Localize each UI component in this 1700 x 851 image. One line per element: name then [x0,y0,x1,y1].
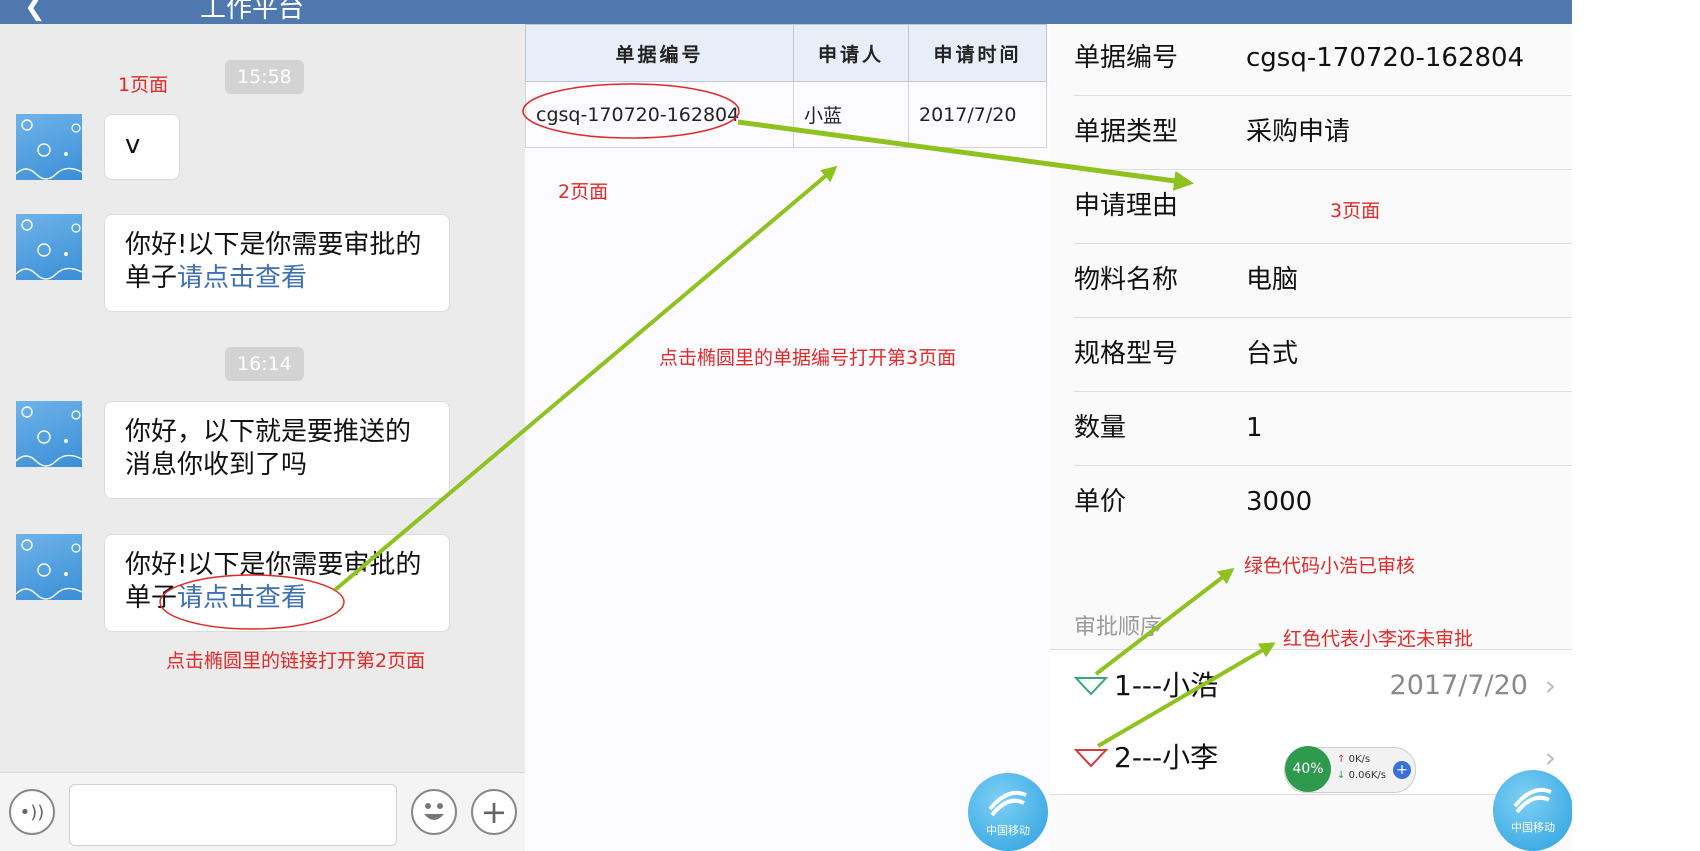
document-table: 单据编号 申请人 申请时间 cgsq-170720-162804 小蓝 2017… [525,24,1047,148]
view-link[interactable]: 请点击查看 [177,263,307,293]
emoji-icon[interactable] [411,789,457,835]
download-speed: 0.06K/s [1348,770,1386,781]
applicant-cell: 小蓝 [793,81,909,148]
annotation-page-3: 3页面 [1330,200,1381,222]
field-label: 单据类型 [1074,117,1179,147]
china-mobile-logo[interactable]: 中国移动 [968,773,1048,851]
field-row: 单据编号 cgsq-170720-162804 [1074,21,1572,96]
message-bubble: 你好，以下就是要推送的消息你收到了吗 [104,401,450,499]
speed-percent: 40% [1285,746,1331,792]
column-header: 申请时间 [908,24,1047,82]
field-value: cgsq-170720-162804 [1246,43,1525,73]
avatar[interactable] [16,214,82,280]
field-label: 物料名称 [1074,265,1179,295]
avatar[interactable] [16,534,82,600]
field-value: 电脑 [1246,265,1299,295]
annotation-pending: 红色代表小李还未审批 [1283,628,1474,650]
china-mobile-logo[interactable]: 中国移动 [1493,770,1573,851]
message-input[interactable] [69,784,397,846]
approval-date: 2017/7/20 [1389,670,1528,701]
field-row: 规格型号 台式 [1074,317,1572,392]
annotation-page-1: 1页面 [118,74,169,96]
field-value: 采购申请 [1246,117,1351,147]
back-icon[interactable]: ❮ [24,0,46,22]
avatar[interactable] [16,114,82,180]
field-row: 物料名称 电脑 [1074,243,1572,318]
column-header: 单据编号 [525,24,794,82]
table-header-row: 单据编号 申请人 申请时间 [525,24,1047,82]
message-bubble: 你好!以下是你需要审批的单子请点击查看 [104,214,450,312]
approver-name: 2---小李 [1114,741,1219,774]
plus-icon[interactable]: + [1393,761,1411,779]
field-row: 数量 1 [1074,391,1572,466]
message-text: v [125,130,141,160]
view-link[interactable]: 请点击查看 [177,583,307,613]
field-label: 数量 [1074,413,1127,443]
chevron-right-icon: › [1544,669,1556,702]
blank-margin [1572,0,1700,851]
field-label: 规格型号 [1074,339,1179,369]
field-row: 申请理由 [1074,169,1572,244]
chat-page: ❮ 工作平台 1页面 15:58 v 你好!以下是你需要审批的单子请点击查看 1… [0,0,525,851]
field-value: 1 [1246,413,1263,443]
message-bubble: v [104,114,180,180]
approver-row[interactable]: 1---小浩 2017/7/20 › [1050,649,1572,723]
approver-name: 1---小浩 [1114,669,1219,702]
doc-number-cell[interactable]: cgsq-170720-162804 [525,81,794,148]
field-value: 台式 [1246,339,1299,369]
header-title: 工作平台 [200,0,305,24]
field-row: 单价 3000 [1074,465,1572,539]
timestamp: 16:14 [225,347,304,381]
timestamp: 15:58 [225,60,304,94]
date-cell: 2017/7/20 [908,81,1047,148]
detail-page: 单据编号 cgsq-170720-162804 单据类型 采购申请 申请理由 物… [1050,0,1573,851]
avatar[interactable] [16,401,82,467]
field-label: 申请理由 [1074,191,1179,221]
arrow-down-icon [1074,749,1108,768]
annotation-approved: 绿色代码小浩已审核 [1244,555,1416,577]
annotation-click: 点击椭圆里的单据编号打开第3页面 [659,347,957,369]
message-bubble: 你好!以下是你需要审批的单子请点击查看 [104,534,450,632]
chat-header: ❮ 工作平台 [0,0,525,24]
voice-icon[interactable]: •)) [9,789,55,835]
field-label: 单据编号 [1074,43,1179,73]
list-page: 单据编号 申请人 申请时间 cgsq-170720-162804 小蓝 2017… [525,0,1050,851]
logo-text: 中国移动 [986,824,1030,837]
message-text: 你好，以下就是要推送的消息你收到了吗 [125,417,412,480]
speed-widget[interactable]: 40% ↑ 0K/s ↓ 0.06K/s + [1284,746,1416,793]
plus-icon[interactable]: + [471,789,517,835]
input-bar: •)) + [0,772,525,851]
logo-text: 中国移动 [1511,821,1555,834]
table-row[interactable]: cgsq-170720-162804 小蓝 2017/7/20 [525,81,1047,148]
field-row: 单据类型 采购申请 [1074,95,1572,170]
field-value: 3000 [1246,487,1313,517]
field-label: 单价 [1074,487,1127,517]
list-header [525,0,1050,24]
annotation-page-2: 2页面 [558,181,609,203]
upload-speed: 0K/s [1348,754,1371,765]
column-header: 申请人 [793,24,909,82]
arrow-down-icon [1074,677,1108,696]
section-title: 审批顺序 [1074,615,1163,640]
annotation-link: 点击椭圆里的链接打开第2页面 [166,650,426,672]
